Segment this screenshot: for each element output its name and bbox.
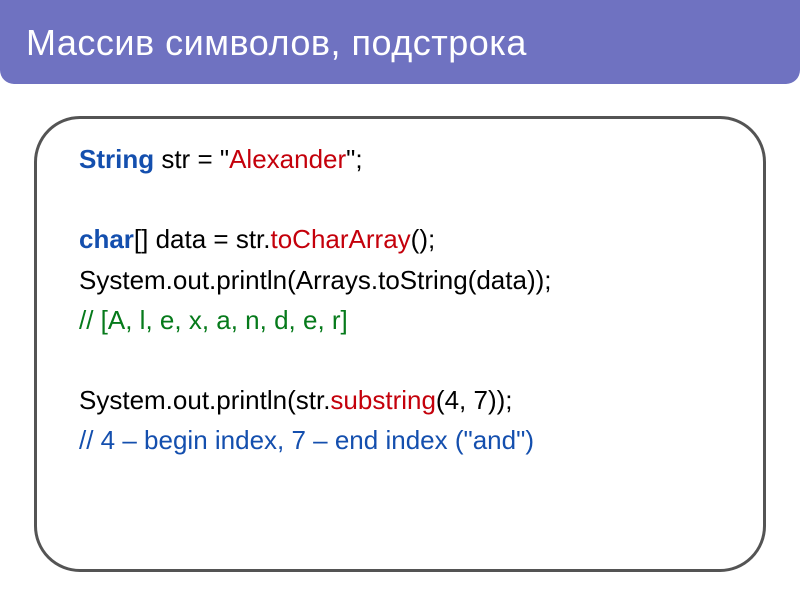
slide: Массив символов, подстрока String str = …	[0, 0, 800, 600]
code-line-1: String str = "Alexander";	[79, 139, 733, 179]
comment-indices: // 4 – begin index, 7 – end index ("and"…	[79, 425, 534, 455]
code-box: String str = "Alexander"; char[] data = …	[34, 116, 766, 572]
keyword-char: char	[79, 224, 134, 254]
tail-args: (4, 7));	[436, 385, 513, 415]
println-prefix: System.out.println(str.	[79, 385, 330, 415]
array-decl: [] data = str.	[134, 224, 271, 254]
code-line-3: System.out.println(Arrays.toString(data)…	[79, 260, 733, 300]
code-line-5: System.out.println(str.substring(4, 7));	[79, 380, 733, 420]
method-substring: substring	[330, 385, 436, 415]
method-tochararray: toCharArray	[271, 224, 411, 254]
code-line-6-comment: // 4 – begin index, 7 – end index ("and"…	[79, 420, 733, 460]
keyword-string: String	[79, 144, 154, 174]
comment-array-output: // [A, l, e, x, a, n, d, e, r]	[79, 305, 348, 335]
blank-line	[79, 179, 733, 219]
string-literal: Alexander	[229, 144, 346, 174]
code-line-2: char[] data = str.toCharArray();	[79, 219, 733, 259]
println-call: System.out.println(Arrays.toString(data)…	[79, 265, 552, 295]
decl-text: str =	[154, 144, 220, 174]
quote-open: "	[220, 144, 229, 174]
tail-paren: ();	[411, 224, 436, 254]
semicolon: ;	[355, 144, 362, 174]
blank-line-2	[79, 340, 733, 380]
slide-title: Массив символов, подстрока	[0, 0, 800, 84]
code-line-4-comment: // [A, l, e, x, a, n, d, e, r]	[79, 300, 733, 340]
